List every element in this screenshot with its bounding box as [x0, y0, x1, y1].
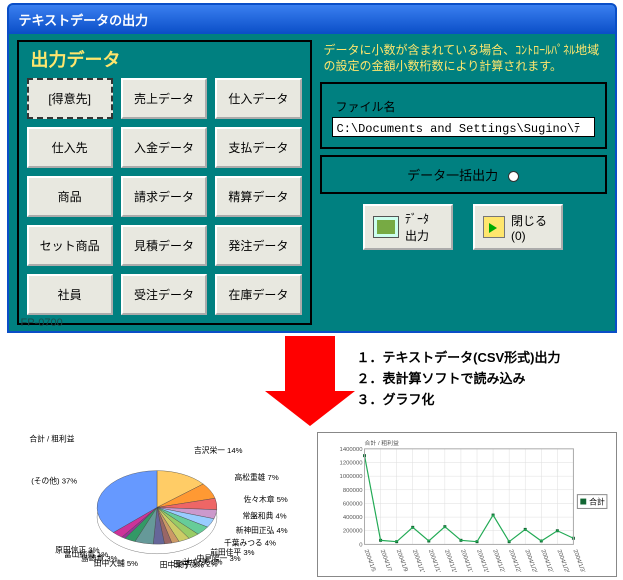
close-button[interactable]: 閉じる (0)	[473, 204, 563, 250]
arrow-shaft	[285, 336, 335, 391]
form-id: FP-0700	[21, 317, 63, 329]
category-button[interactable]: 支払データ	[215, 127, 301, 168]
line-svg: 合計 / 粗利益 0 200000 400000 600000 800000 1000000…	[322, 437, 612, 572]
output-data-title: 出力データ	[31, 46, 302, 72]
svg-text:2004/1/11: 2004/1/11	[410, 549, 424, 572]
category-button[interactable]: 仕入先	[27, 127, 113, 168]
category-button[interactable]: 仕入データ	[215, 78, 301, 119]
category-button[interactable]: 在庫データ	[215, 274, 301, 315]
category-button[interactable]: 精算データ	[215, 176, 301, 217]
svg-text:800000: 800000	[342, 488, 362, 494]
svg-text:田中栄子 3%: 田中栄子 3%	[159, 559, 203, 569]
svg-text:1000000: 1000000	[339, 474, 363, 480]
action-row: ﾃﾞｰﾀ 出力 閉じる (0)	[320, 204, 607, 250]
svg-text:千葉みつる 4%: 千葉みつる 4%	[224, 538, 276, 548]
right-panel: データに小数が含まれている場合、ｺﾝﾄﾛｰﾙﾊﾟﾈﾙ地域の設定の金額小数桁数によ…	[320, 40, 607, 325]
output-data-panel: 出力データ [得意先]売上データ仕入データ仕入先入金データ支払データ商品請求デー…	[17, 40, 312, 325]
close-icon	[483, 216, 505, 238]
svg-text:0: 0	[359, 542, 363, 548]
svg-text:原田信正 3%: 原田信正 3%	[55, 544, 99, 554]
pie-svg: 合計 / 粗利益吉沢栄一 14% 高松重雄 7% 佐々木章 5% 常盤和典 4% 新神田…	[7, 432, 307, 577]
export-button-label: ﾃﾞｰﾀ 出力	[405, 210, 429, 244]
svg-text:1400000: 1400000	[339, 447, 363, 453]
pie-chart: 合計 / 粗利益吉沢栄一 14% 高松重雄 7% 佐々木章 5% 常盤和典 4% 新神田…	[7, 432, 307, 577]
flow-arrow-block: １．テキストデータ(CSV形式)出力 ２．表計算ソフトで読み込み ３．グラフ化	[7, 336, 617, 426]
svg-text:常盤和典 4%: 常盤和典 4%	[242, 511, 286, 521]
svg-text:2004/1/25: 2004/1/25	[523, 549, 538, 572]
svg-text:2004/1/27: 2004/1/27	[539, 549, 554, 572]
svg-text:高松重雄 7%: 高松重雄 7%	[234, 472, 278, 482]
export-button[interactable]: ﾃﾞｰﾀ 出力	[363, 204, 453, 250]
svg-text:2004/1/17: 2004/1/17	[459, 549, 474, 572]
svg-text:合計: 合計	[589, 497, 605, 507]
svg-text:吉沢栄一 14%: 吉沢栄一 14%	[194, 445, 243, 455]
category-button[interactable]: 入金データ	[121, 127, 207, 168]
window-body: 出力データ [得意先]売上データ仕入データ仕入先入金データ支払データ商品請求デー…	[9, 34, 615, 331]
category-button[interactable]: 見積データ	[121, 225, 207, 266]
svg-text:2004/1/9: 2004/1/9	[394, 549, 408, 572]
category-button-grid: [得意先]売上データ仕入データ仕入先入金データ支払データ商品請求データ精算データ…	[27, 78, 302, 315]
batch-radio[interactable]	[508, 171, 519, 182]
file-label: ファイル名	[332, 98, 595, 115]
svg-text:合計 / 粗利益: 合計 / 粗利益	[29, 434, 74, 444]
svg-text:2004/1/15: 2004/1/15	[442, 549, 457, 572]
batch-export-group: データ一括出力	[320, 155, 607, 194]
svg-text:200000: 200000	[342, 529, 362, 535]
svg-text:1200000: 1200000	[339, 460, 363, 466]
svg-text:2004/1/7: 2004/1/7	[378, 549, 392, 572]
category-button[interactable]: [得意先]	[27, 78, 113, 119]
category-button[interactable]: 売上データ	[121, 78, 207, 119]
arrow-head-icon	[265, 391, 355, 426]
decimal-notice: データに小数が含まれている場合、ｺﾝﾄﾛｰﾙﾊﾟﾈﾙ地域の設定の金額小数桁数によ…	[320, 40, 607, 76]
line-chart: 合計 / 粗利益 0 200000 400000 600000 800000 1000000…	[317, 432, 617, 577]
svg-text:合計 / 粗利益: 合計 / 粗利益	[364, 439, 399, 447]
step-3: ３．グラフ化	[357, 390, 561, 411]
svg-text:2004/1/19: 2004/1/19	[475, 549, 490, 572]
svg-text:2004/1/21: 2004/1/21	[491, 549, 506, 572]
svg-text:2004/1/23: 2004/1/23	[507, 549, 522, 572]
export-window: テキストデータの出力 出力データ [得意先]売上データ仕入データ仕入先入金データ…	[7, 3, 617, 333]
svg-text:600000: 600000	[342, 501, 362, 507]
category-button[interactable]: 商品	[27, 176, 113, 217]
svg-text:2004/1/29: 2004/1/29	[555, 549, 570, 572]
svg-text:2004/1/13: 2004/1/13	[426, 549, 441, 572]
window-title: テキストデータの出力	[9, 5, 615, 34]
step-list: １．テキストデータ(CSV形式)出力 ２．表計算ソフトで読み込み ３．グラフ化	[357, 348, 561, 410]
svg-text:新神田正弘 4%: 新神田正弘 4%	[235, 525, 287, 535]
category-button[interactable]: セット商品	[27, 225, 113, 266]
category-button[interactable]: 社員	[27, 274, 113, 315]
svg-text:佐々木章 5%: 佐々木章 5%	[243, 494, 287, 504]
step-2: ２．表計算ソフトで読み込み	[357, 369, 561, 390]
category-button[interactable]: 受注データ	[121, 274, 207, 315]
file-path-input[interactable]	[332, 117, 595, 137]
category-button[interactable]: 請求データ	[121, 176, 207, 217]
svg-text:(その他) 37%: (その他) 37%	[31, 476, 77, 486]
category-button[interactable]: 発注データ	[215, 225, 301, 266]
svg-text:2004/1/31: 2004/1/31	[571, 549, 586, 572]
step-1: １．テキストデータ(CSV形式)出力	[357, 348, 561, 369]
close-button-label: 閉じる (0)	[511, 212, 547, 243]
svg-text:400000: 400000	[342, 515, 362, 521]
export-icon	[373, 216, 399, 238]
batch-label: データ一括出力	[407, 168, 498, 183]
file-group: ファイル名	[320, 82, 607, 149]
charts-row: 合計 / 粗利益吉沢栄一 14% 高松重雄 7% 佐々木章 5% 常盤和典 4% 新神田…	[7, 432, 617, 577]
svg-text:2004/1/5: 2004/1/5	[362, 549, 376, 572]
